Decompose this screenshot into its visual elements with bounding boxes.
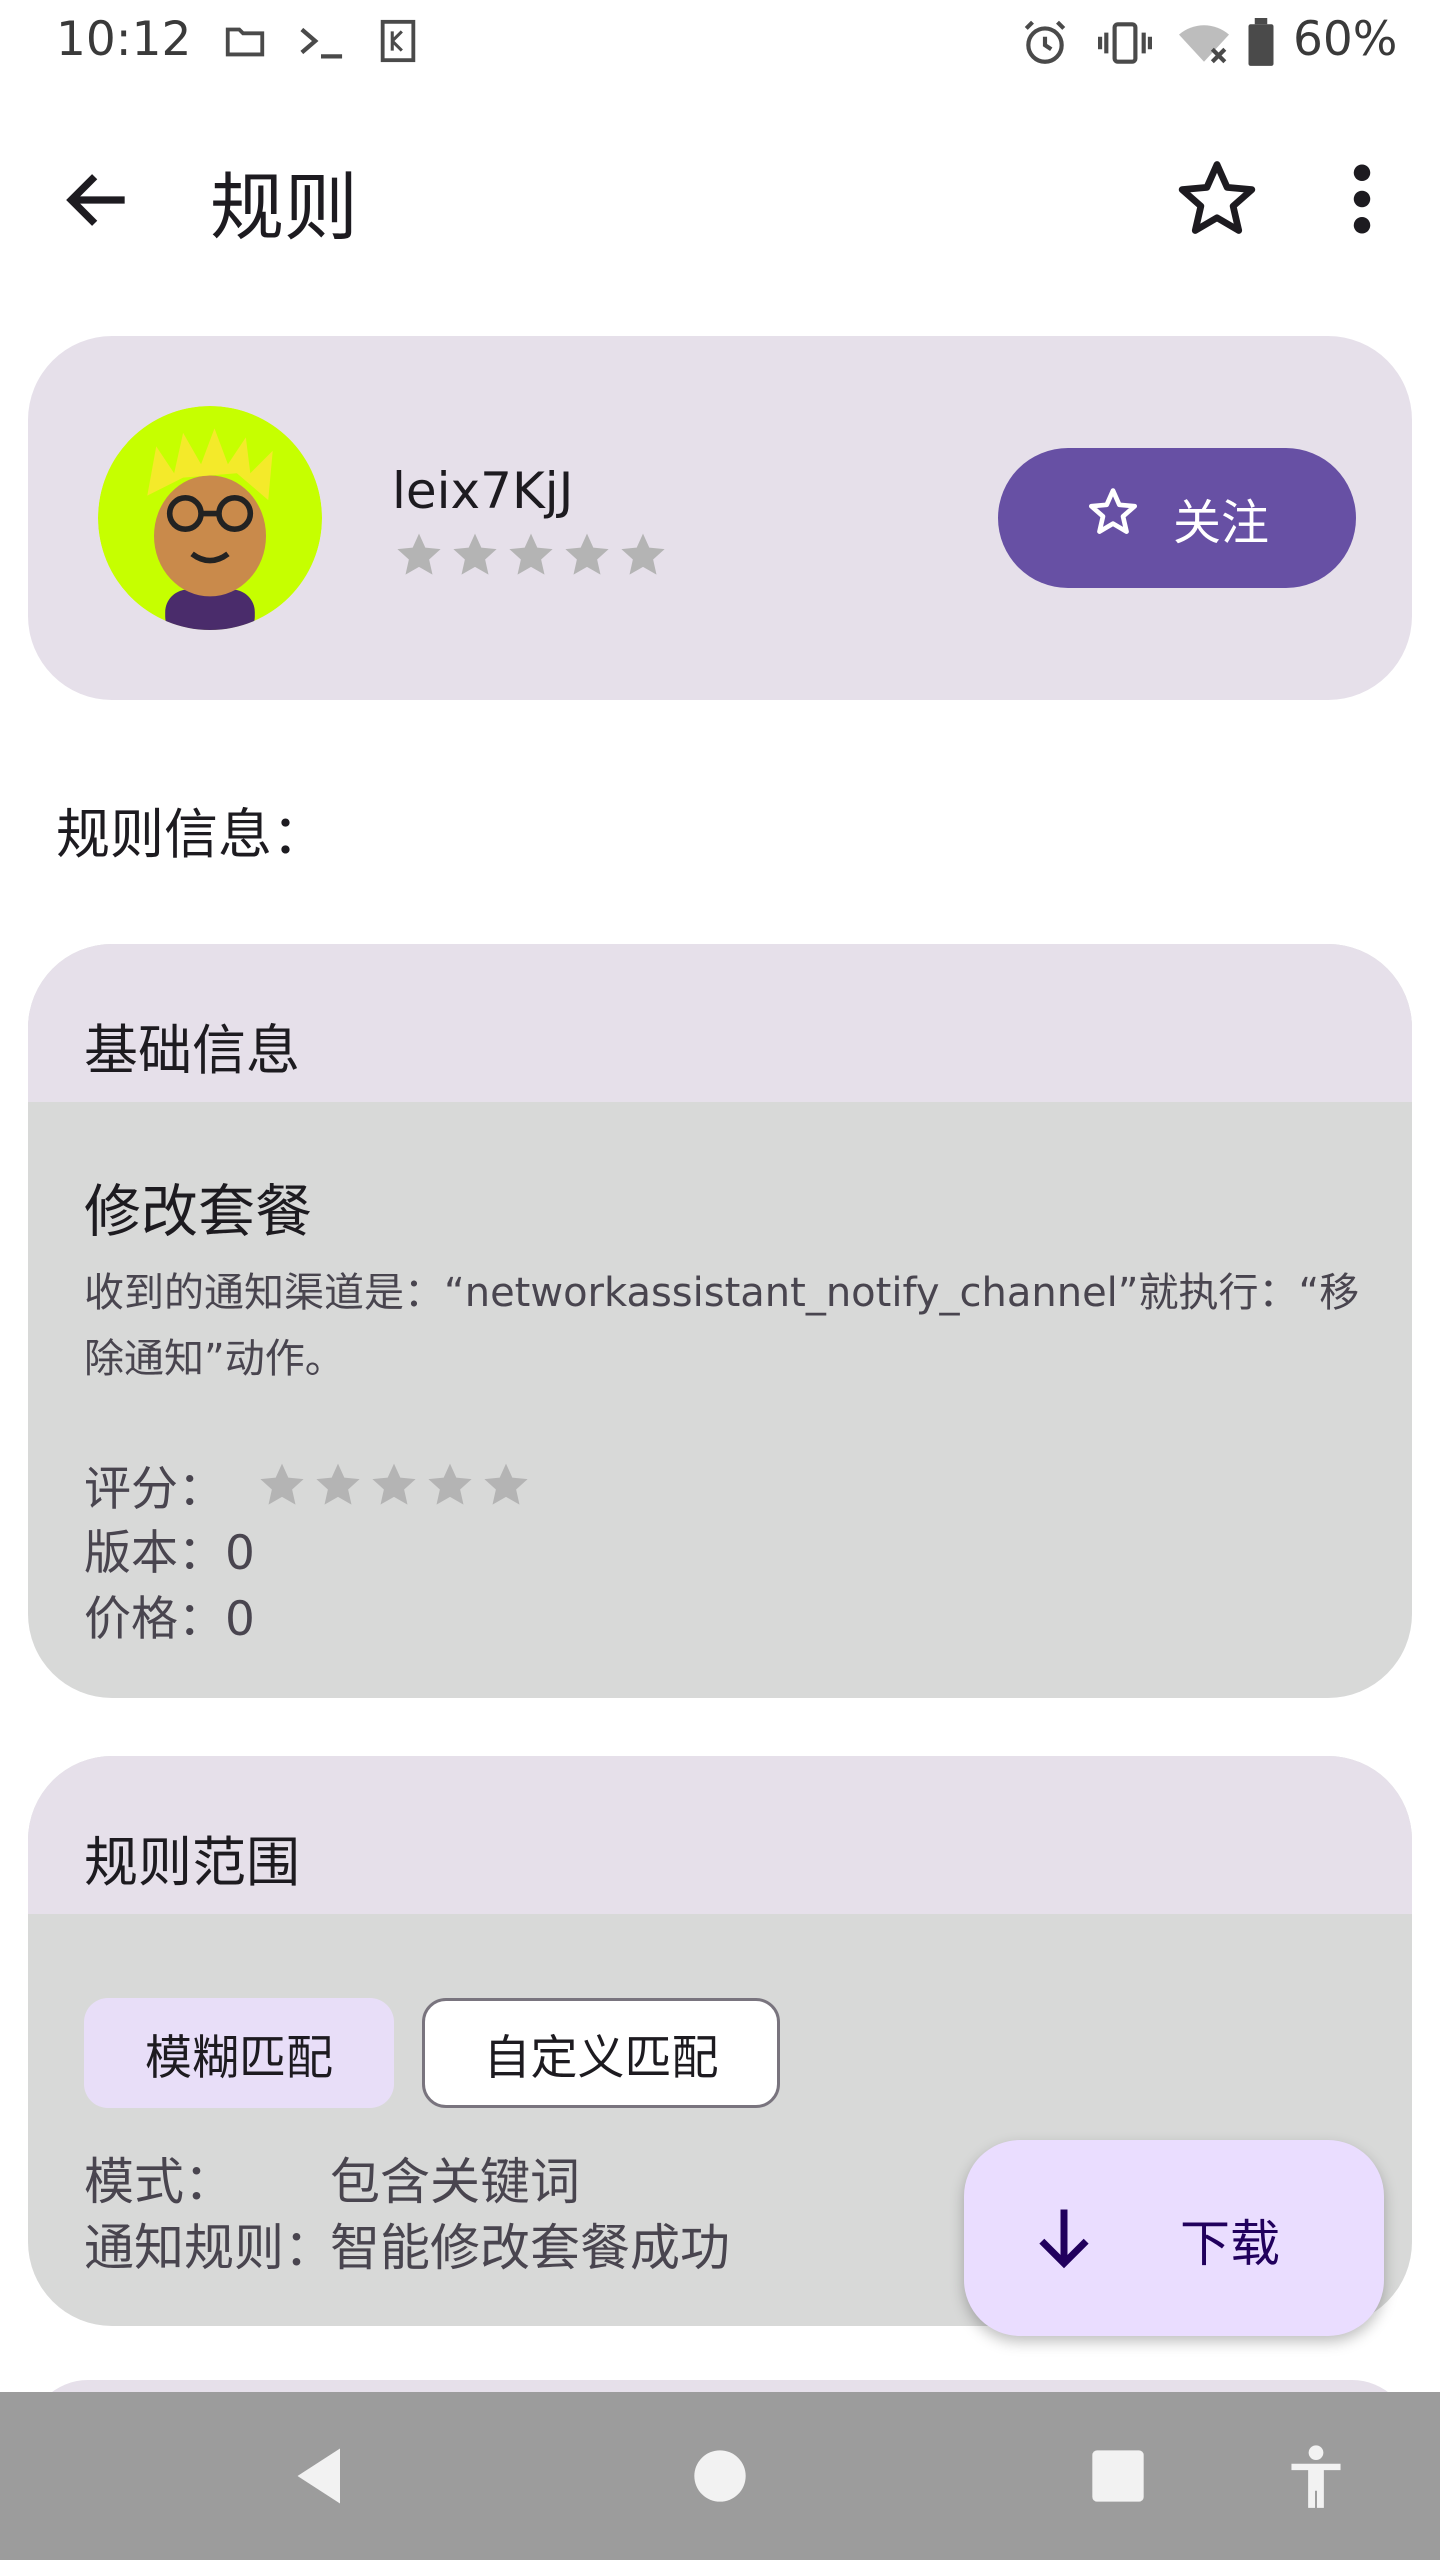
section-heading: 规则信息： xyxy=(56,803,326,866)
mode-label: 模式： xyxy=(84,2153,234,2211)
rule-rating xyxy=(255,1458,533,1512)
arrow-down-icon xyxy=(1026,2200,1102,2276)
basic-info-card: 基础信息 修改套餐 收到的通知渠道是：“networkassistant_not… xyxy=(28,944,1412,1698)
mode-value: 包含关键词 xyxy=(330,2153,580,2211)
top-app-bar: 规则 xyxy=(0,84,1440,308)
star-outline-icon xyxy=(1085,484,1141,552)
star-empty-icon xyxy=(428,1463,472,1505)
chip-custom-match[interactable]: 自定义匹配 xyxy=(422,1998,780,2108)
follow-button[interactable]: 关注 xyxy=(998,448,1356,588)
star-empty-icon xyxy=(621,533,665,575)
star-empty-icon xyxy=(316,1463,360,1505)
terminal-icon xyxy=(296,18,346,68)
battery-icon xyxy=(1246,18,1276,72)
nav-recents-icon[interactable] xyxy=(1068,2392,1168,2560)
download-label: 下载 xyxy=(1180,2215,1280,2273)
rating-label: 评分： xyxy=(84,1462,225,1517)
k-app-icon xyxy=(378,18,418,68)
card-header: 基础信息 xyxy=(28,944,1412,1102)
star-empty-icon xyxy=(397,533,441,575)
author-card: leix7KjJ 关注 xyxy=(28,336,1412,700)
more-vert-icon[interactable] xyxy=(1336,154,1388,244)
page-title: 规则 xyxy=(210,165,358,251)
version-row: 版本：0 xyxy=(84,1514,255,1583)
notify-rule-value: 智能修改套餐成功 xyxy=(330,2219,730,2277)
accessibility-icon[interactable] xyxy=(1266,2392,1366,2560)
author-rating xyxy=(392,528,670,582)
avatar[interactable] xyxy=(98,406,322,630)
star-empty-icon xyxy=(509,533,553,575)
rating-row: 评分： xyxy=(84,1450,533,1519)
price-value: 0 xyxy=(225,1592,255,1647)
wifi-off-icon xyxy=(1176,18,1232,72)
rule-name: 修改套餐 xyxy=(84,1179,312,1245)
price-row: 价格：0 xyxy=(84,1580,255,1649)
star-outline-icon[interactable] xyxy=(1172,154,1262,244)
notify-rule-label: 通知规则： xyxy=(84,2219,334,2277)
rule-description: 收到的通知渠道是：“networkassistant_notify_channe… xyxy=(84,1270,1360,1382)
nav-back-icon[interactable] xyxy=(270,2392,370,2560)
star-empty-icon xyxy=(565,533,609,575)
price-label: 价格： xyxy=(84,1592,225,1647)
battery-percent: 60% xyxy=(1293,12,1398,67)
card-header: 规则范围 xyxy=(28,1756,1412,1914)
star-empty-icon xyxy=(260,1463,304,1505)
folder-icon xyxy=(222,18,268,68)
card-header-title: 基础信息 xyxy=(84,1019,300,1082)
version-label: 版本： xyxy=(84,1526,225,1581)
status-bar: 10:12 60% xyxy=(0,0,1440,84)
alarm-icon xyxy=(1020,18,1070,72)
download-fab[interactable]: 下载 xyxy=(964,2140,1384,2336)
mode-row: 模式： 包含关键词 xyxy=(84,2142,580,2214)
status-time: 10:12 xyxy=(56,12,192,67)
chip-fuzzy-match[interactable]: 模糊匹配 xyxy=(84,1998,394,2108)
notify-rule-row: 通知规则： 智能修改套餐成功 xyxy=(84,2208,730,2280)
star-empty-icon xyxy=(372,1463,416,1505)
nav-home-icon[interactable] xyxy=(670,2392,770,2560)
system-nav-bar xyxy=(0,2392,1440,2560)
star-empty-icon xyxy=(484,1463,528,1505)
version-value: 0 xyxy=(225,1526,255,1581)
card-header-title: 规则范围 xyxy=(84,1831,300,1894)
vibrate-icon xyxy=(1098,18,1152,72)
star-empty-icon xyxy=(453,533,497,575)
back-arrow-icon[interactable] xyxy=(58,160,138,240)
author-name: leix7KjJ xyxy=(392,462,574,520)
follow-label: 关注 xyxy=(1172,495,1269,551)
